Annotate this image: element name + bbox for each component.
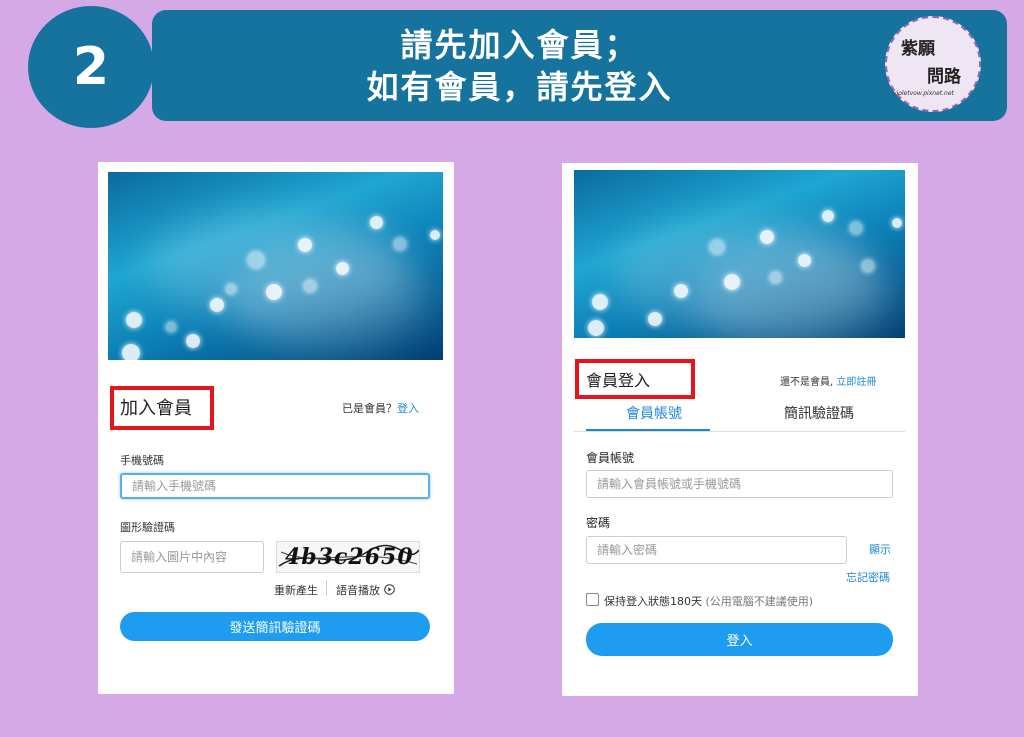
tab-sms-code[interactable]: 簡訊驗證碼 — [784, 403, 854, 423]
badge-url: violetvow.pixnet.net — [893, 90, 954, 97]
remember-me-checkbox[interactable] — [586, 593, 599, 606]
captcha-text: 4b3c2650 — [285, 544, 414, 570]
login-tabs: 會員帳號 簡訊驗證碼 — [574, 399, 905, 432]
active-tab-indicator — [586, 429, 710, 431]
password-input[interactable] — [586, 536, 847, 564]
forgot-password-link[interactable]: 忘記密碼 — [846, 569, 890, 585]
login-card: 會員登入 還不是會員, 立即註冊 會員帳號 簡訊驗證碼 會員帳號 密碼 顯示 忘… — [562, 163, 918, 696]
remember-me-text: 保持登入狀態180天 (公用電腦不建議使用) — [604, 593, 813, 609]
badge-line1: 紫願 — [901, 39, 935, 59]
account-input[interactable] — [586, 470, 893, 498]
login-button[interactable]: 登入 — [586, 623, 893, 656]
phone-label: 手機號碼 — [120, 454, 164, 467]
title-banner: 請先加入會員； 如有會員，請先登入 紫願 問路 violetvow.pixnet… — [152, 10, 1007, 121]
captcha-divider — [326, 580, 327, 596]
header-photo — [574, 170, 905, 338]
not-member-label: 還不是會員, — [780, 377, 834, 388]
not-member-text: 還不是會員, 立即註冊 — [780, 373, 876, 388]
remember-me-label: 保持登入狀態180天 — [604, 595, 702, 608]
regenerate-captcha-button[interactable]: 重新產生 — [274, 582, 318, 598]
signup-heading: 加入會員 — [120, 398, 192, 419]
badge-line2: 問路 — [927, 67, 961, 87]
captcha-image: 4b3c2650 — [276, 541, 420, 573]
captcha-input[interactable] — [120, 541, 264, 573]
register-link[interactable]: 立即註冊 — [836, 377, 876, 388]
captcha-label: 圖形驗證碼 — [120, 521, 175, 534]
blog-logo-badge: 紫願 問路 violetvow.pixnet.net — [885, 16, 981, 112]
phone-input[interactable] — [120, 473, 430, 499]
audio-play-button[interactable]: 語音播放 — [336, 582, 395, 598]
remember-me-note: (公用電腦不建議使用) — [705, 595, 814, 608]
have-account-text: 已是會員？登入 — [342, 400, 419, 416]
send-sms-button[interactable]: 發送簡訊驗證碼 — [120, 612, 430, 641]
step-number-circle: 2 — [28, 6, 154, 128]
banner-title: 請先加入會員； 如有會員，請先登入 — [152, 24, 887, 108]
step-number: 2 — [72, 37, 110, 97]
audio-play-label: 語音播放 — [336, 584, 380, 597]
login-link[interactable]: 登入 — [397, 402, 419, 415]
signup-card: 加入會員 已是會員？登入 手機號碼 圖形驗證碼 4b3c2650 重新產生 語音… — [98, 162, 454, 694]
banner-title-line2: 如有會員，請先登入 — [366, 68, 673, 106]
play-icon — [383, 584, 395, 595]
show-password-button[interactable]: 顯示 — [869, 541, 891, 557]
banner-title-line1: 請先加入會員； — [400, 26, 639, 64]
account-label: 會員帳號 — [586, 451, 635, 465]
header-photo — [108, 172, 443, 360]
password-label: 密碼 — [586, 516, 611, 530]
tab-member-account[interactable]: 會員帳號 — [626, 403, 682, 423]
have-account-label: 已是會員？ — [342, 402, 397, 415]
login-heading: 會員登入 — [586, 371, 651, 390]
